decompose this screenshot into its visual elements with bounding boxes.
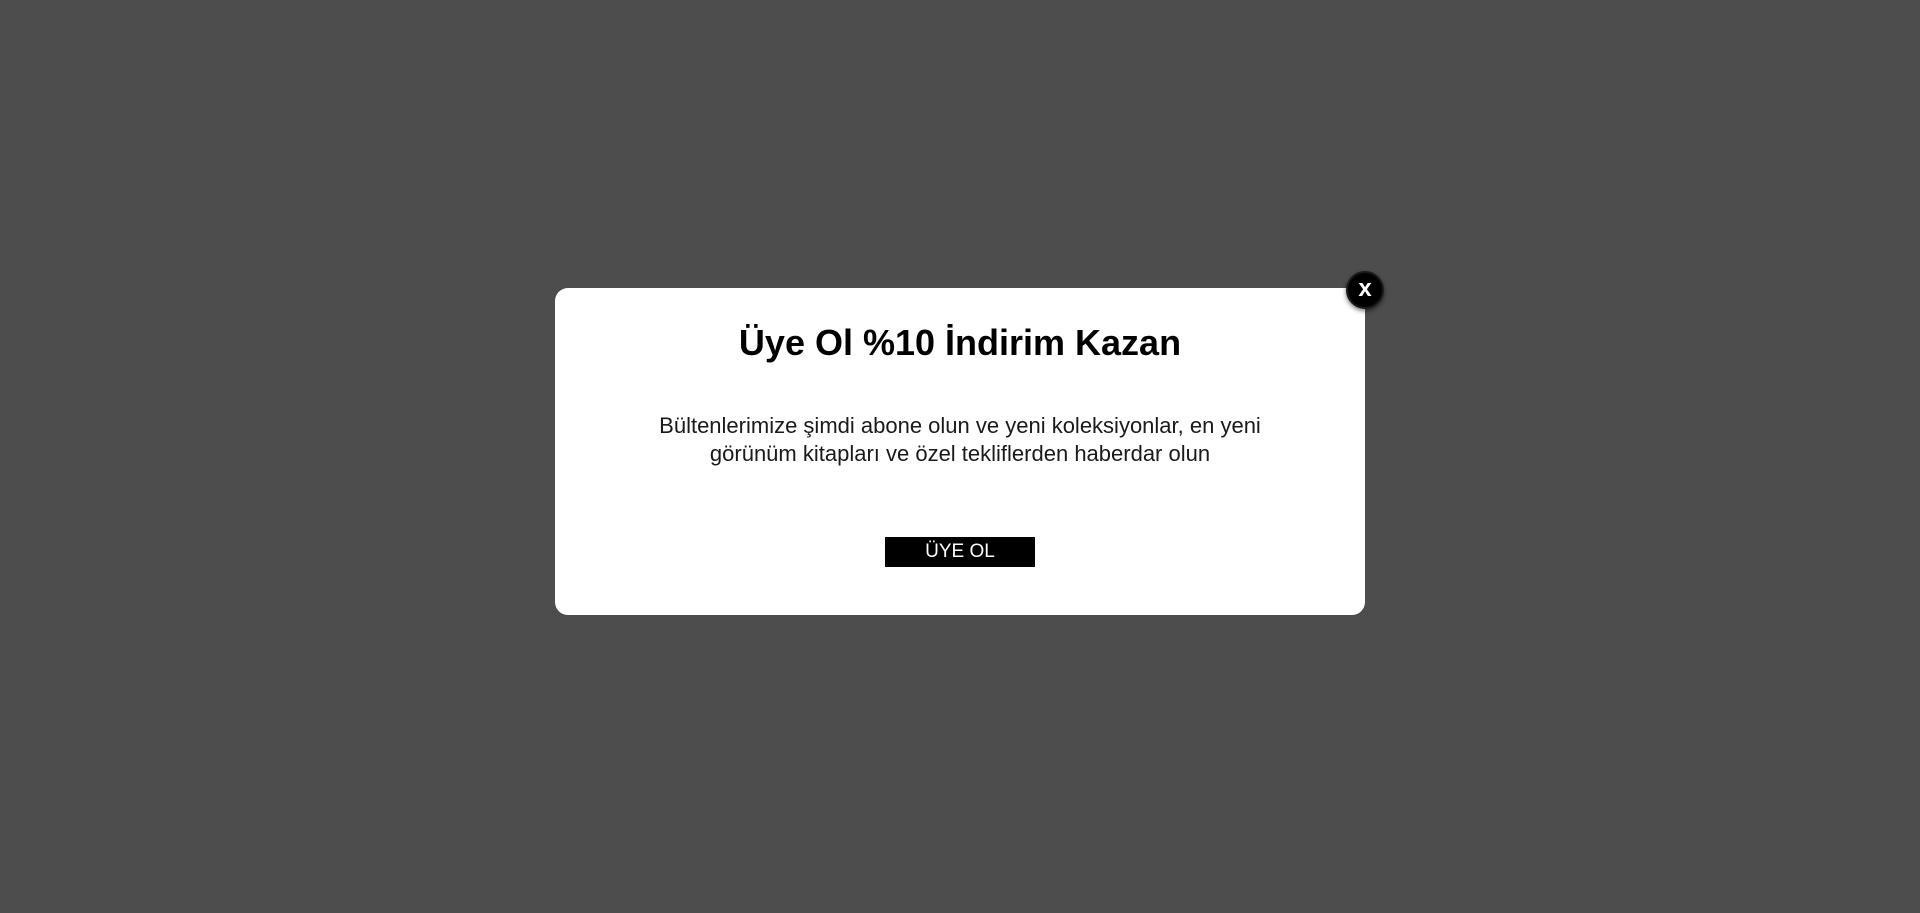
popup-description: Bültenlerimize şimdi abone olun ve yeni … [615,412,1305,468]
newsletter-popup: Üye Ol %10 İndirim Kazan Bültenlerimize … [555,288,1365,615]
popup-description-line-1: Bültenlerimize şimdi abone olun ve yeni … [659,413,1261,438]
popup-description-line-2: görünüm kitapları ve özel tekliflerden h… [709,441,1211,466]
close-icon: x [1358,275,1372,302]
popup-title: Üye Ol %10 İndirim Kazan [738,322,1182,363]
signup-button[interactable]: ÜYE OL [885,537,1035,567]
close-button[interactable]: x [1346,271,1384,309]
